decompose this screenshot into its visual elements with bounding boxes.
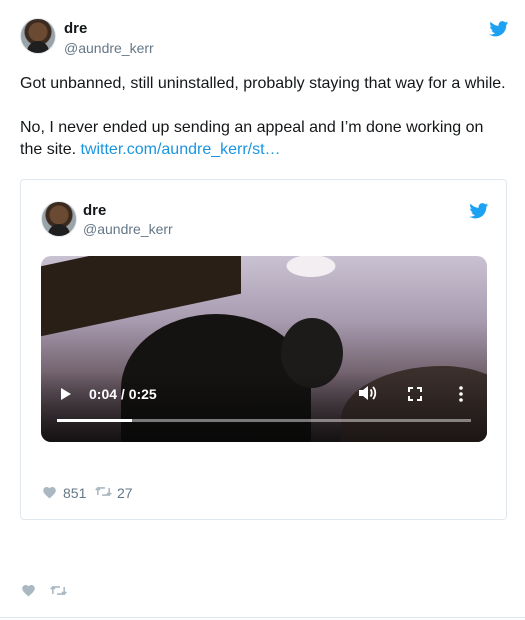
play-icon[interactable]: [61, 388, 71, 400]
video-progress-bar[interactable]: [57, 419, 471, 422]
more-vertical-icon[interactable]: [459, 386, 463, 402]
fullscreen-icon[interactable]: [408, 387, 422, 401]
video-time: 0:04 / 0:25: [89, 386, 157, 402]
retweet-icon[interactable]: [50, 584, 67, 597]
video-progress-fill: [57, 419, 132, 422]
author-name[interactable]: dre: [64, 20, 87, 37]
heart-icon[interactable]: [21, 583, 36, 597]
twitter-bird-icon[interactable]: [469, 203, 489, 219]
tweet-text-line1: Got unbanned, still uninstalled, probabl…: [20, 75, 506, 92]
retweet-count: 27: [117, 485, 133, 501]
like-count: 851: [63, 485, 87, 501]
tweet-link[interactable]: twitter.com/aundre_kerr/st…: [80, 141, 280, 158]
embedded-tweet: dre @aundre_kerr Got unbanned, still uni…: [0, 0, 525, 620]
twitter-bird-icon[interactable]: [489, 21, 509, 37]
divider: [0, 617, 525, 618]
avatar[interactable]: [20, 18, 56, 54]
tweet-text: Got unbanned, still uninstalled, probabl…: [20, 73, 510, 161]
video-player[interactable]: 0:04 / 0:25: [41, 256, 487, 442]
volume-icon[interactable]: [359, 385, 377, 401]
video-controls: [41, 372, 487, 442]
quoted-tweet[interactable]: dre @aundre_kerr 0:04 / 0:25 851 27: [20, 179, 507, 520]
quoted-author-handle[interactable]: @aundre_kerr: [83, 221, 173, 237]
heart-icon[interactable]: [42, 485, 57, 499]
retweet-icon[interactable]: [95, 485, 112, 498]
quoted-author-name[interactable]: dre: [83, 202, 106, 219]
quoted-avatar[interactable]: [41, 201, 77, 237]
author-handle[interactable]: @aundre_kerr: [64, 40, 154, 56]
